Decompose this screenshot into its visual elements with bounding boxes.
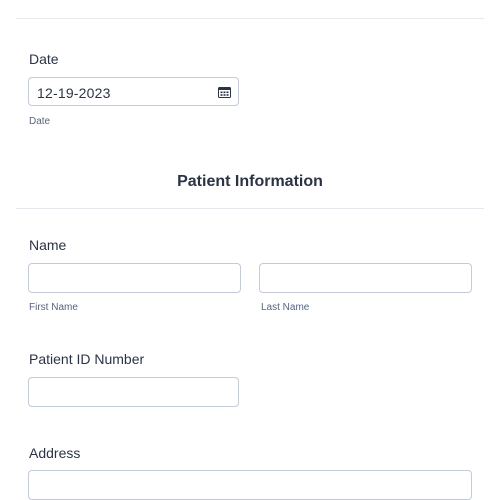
last-name-input[interactable]	[259, 263, 472, 293]
section-divider	[16, 208, 484, 209]
patient-id-input[interactable]	[28, 377, 239, 407]
date-value: 12-19-2023	[37, 85, 111, 101]
date-label: Date	[29, 51, 59, 67]
first-name-input[interactable]	[28, 263, 241, 293]
first-name-sublabel: First Name	[29, 302, 78, 313]
last-name-sublabel: Last Name	[261, 302, 310, 313]
name-label: Name	[29, 237, 67, 253]
top-divider	[16, 18, 484, 19]
calendar-icon[interactable]	[218, 86, 231, 98]
section-heading: Patient Information	[177, 173, 323, 190]
address-input[interactable]	[28, 470, 472, 500]
date-sublabel: Date	[29, 116, 51, 127]
address-label: Address	[29, 445, 81, 461]
date-input[interactable]: 12-19-2023	[28, 77, 239, 106]
patient-id-label: Patient ID Number	[29, 351, 145, 367]
